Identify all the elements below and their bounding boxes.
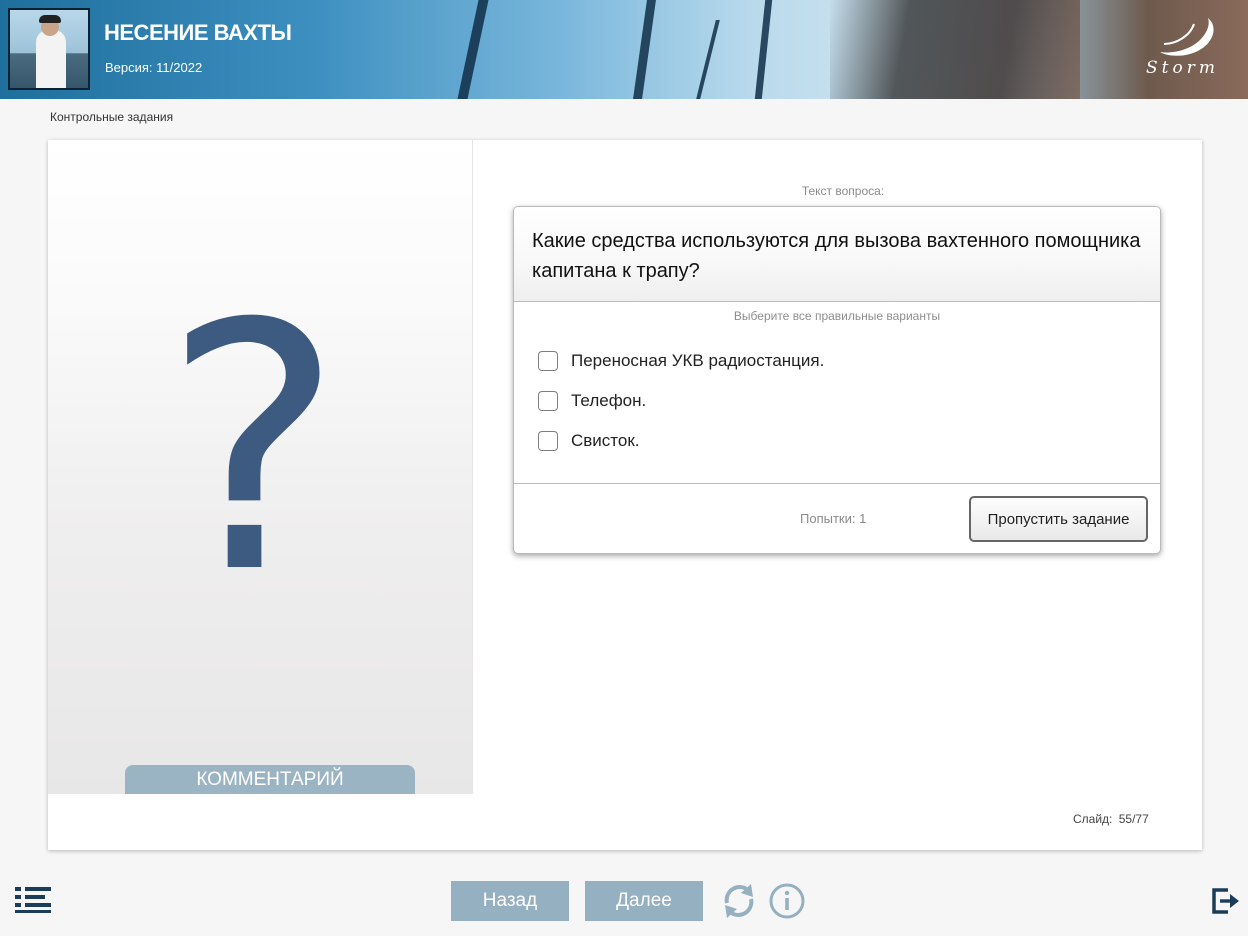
answer-option[interactable]: Телефон. bbox=[538, 381, 1160, 421]
attempts-counter: Попытки: 1 bbox=[800, 511, 867, 526]
next-button[interactable]: Далее bbox=[585, 881, 703, 921]
banner-decoration bbox=[633, 0, 656, 99]
storm-logo-text: Storm bbox=[1146, 58, 1219, 78]
illustration-panel: ? КОММЕНТАРИЙ bbox=[48, 140, 473, 794]
answer-label: Переносная УКВ радиостанция. bbox=[571, 351, 825, 370]
skip-task-button[interactable]: Пропустить задание bbox=[969, 496, 1148, 542]
answer-label: Свисток. bbox=[571, 431, 640, 450]
question-caption: Текст вопроса: bbox=[801, 184, 885, 198]
answer-option[interactable]: Переносная УКВ радиостанция. bbox=[538, 341, 1160, 381]
question-footer: Попытки: 1 Пропустить задание bbox=[514, 483, 1160, 553]
question-text: Какие средства используются для вызова в… bbox=[532, 230, 1141, 282]
answer-checkbox[interactable] bbox=[538, 351, 558, 371]
question-mark-icon: ? bbox=[162, 252, 344, 648]
answer-checkbox[interactable] bbox=[538, 391, 558, 411]
answer-option[interactable]: Свисток. bbox=[538, 421, 1160, 461]
comment-tab[interactable]: КОММЕНТАРИЙ bbox=[125, 765, 415, 794]
question-header: Какие средства используются для вызова в… bbox=[514, 207, 1160, 302]
banner-binoculars-image bbox=[830, 0, 1080, 99]
question-box: Какие средства используются для вызова в… bbox=[513, 206, 1161, 554]
list-menu-icon[interactable] bbox=[15, 886, 53, 914]
slide-counter: Слайд: 55/77 bbox=[1073, 812, 1149, 826]
banner-decoration bbox=[696, 20, 720, 99]
course-avatar bbox=[8, 8, 90, 90]
answer-list: Переносная УКВ радиостанция. Телефон. Св… bbox=[514, 323, 1160, 461]
exit-icon[interactable] bbox=[1210, 886, 1240, 916]
back-button[interactable]: Назад bbox=[451, 881, 569, 921]
course-version: Версия: 11/2022 bbox=[105, 60, 203, 75]
reload-icon[interactable] bbox=[719, 881, 759, 921]
answer-label: Телефон. bbox=[571, 391, 647, 410]
slide-card: ? КОММЕНТАРИЙ Текст вопроса: Какие средс… bbox=[48, 140, 1202, 850]
answer-checkbox[interactable] bbox=[538, 431, 558, 451]
banner-decoration bbox=[457, 0, 489, 99]
info-icon[interactable] bbox=[768, 882, 806, 920]
section-label: Контрольные задания bbox=[50, 110, 174, 124]
banner-decoration bbox=[754, 0, 773, 99]
question-hint: Выберите все правильные варианты bbox=[733, 309, 941, 323]
header-banner: НЕСЕНИЕ ВАХТЫ Версия: 11/2022 Storm bbox=[0, 0, 1248, 99]
course-title: НЕСЕНИЕ ВАХТЫ bbox=[104, 20, 292, 45]
